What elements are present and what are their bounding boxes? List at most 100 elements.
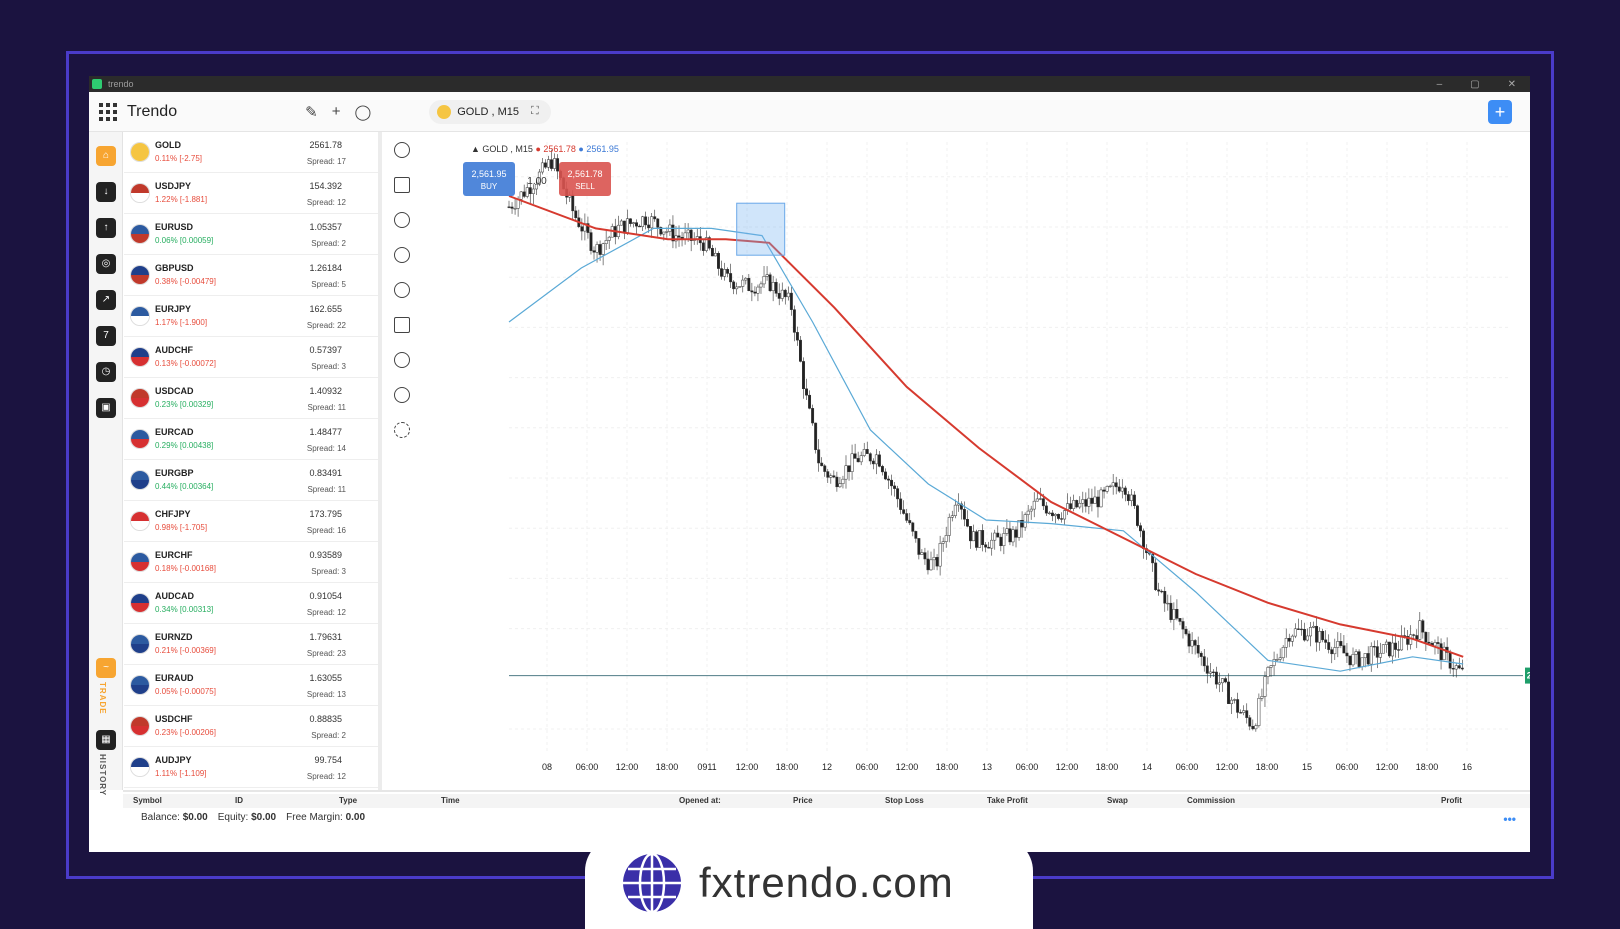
candle-body <box>1014 529 1018 538</box>
apps-grid-icon[interactable] <box>99 102 117 121</box>
watchlist-change: 0.38% [-0.00479] <box>155 277 216 286</box>
watchlist-row[interactable]: EURGBP 0.44% [0.00364] 0.83491 Spread: 11 <box>124 460 378 501</box>
watchlist-symbol: EURAUD <box>155 673 194 683</box>
chart-icon[interactable]: ↗ <box>96 290 116 310</box>
candle-body <box>856 458 860 463</box>
chart-area[interactable]: 2700.332686.392672.442658.502644.552630.… <box>419 132 1530 790</box>
watchlist-row[interactable]: EURJPY 1.17% [-1.900] 162.655 Spread: 22 <box>124 296 378 337</box>
candle-body <box>1035 498 1039 502</box>
column-header: Time <box>441 796 460 805</box>
add-indicator-icon[interactable] <box>394 282 410 298</box>
candle-body <box>710 248 714 257</box>
candle-body <box>1327 642 1331 650</box>
column-header: ID <box>235 796 243 805</box>
candle-body <box>528 187 532 194</box>
zoom-out-icon[interactable] <box>394 387 410 403</box>
watchlist-row[interactable]: GOLD 0.11% [-2.75] 2561.78 Spread: 17 <box>124 132 378 173</box>
pencil-icon[interactable]: ✎ <box>305 103 318 121</box>
candle-body <box>701 242 705 251</box>
zoom-in-icon[interactable] <box>394 352 410 368</box>
candle-body <box>929 559 933 571</box>
watchlist-row[interactable]: USDCHF 0.23% [-0.00206] 0.88835 Spread: 2 <box>124 706 378 747</box>
home-icon[interactable]: ⌂ <box>96 146 116 166</box>
column-header: Symbol <box>133 796 162 805</box>
left-nav: ⌂ ↓ ↑ ◎ ↗ 7 ◷ ▣ ~ TRADE ▦ HISTORY <box>89 132 123 796</box>
candle-body <box>975 531 978 548</box>
signal-icon[interactable]: ◎ <box>96 254 116 274</box>
crosshair-icon[interactable] <box>394 247 410 263</box>
close-button[interactable]: ✕ <box>1508 79 1516 90</box>
watchlist-row[interactable]: AUDJPY 1.11% [-1.109] 99.754 Spread: 12 <box>124 747 378 788</box>
candle-body <box>1269 665 1273 668</box>
candle-body <box>759 283 763 288</box>
x-tick-label: 06:00 <box>1176 762 1199 772</box>
history-label[interactable]: HISTORY <box>98 754 107 796</box>
candle-body <box>635 222 638 227</box>
history-clock-icon[interactable]: ◷ <box>96 362 116 382</box>
candle-body <box>808 394 812 409</box>
watchlist-row[interactable]: EURCHF 0.18% [-0.00168] 0.93589 Spread: 3 <box>124 542 378 583</box>
column-header: Opened at: <box>679 796 721 805</box>
x-tick-label: 18:00 <box>1096 762 1119 772</box>
watchlist-row[interactable]: AUDCAD 0.34% [0.00313] 0.91054 Spread: 12 <box>124 583 378 624</box>
candle-body <box>1448 652 1452 669</box>
plus-icon[interactable]: + <box>332 103 341 120</box>
minimize-button[interactable]: – <box>1437 79 1443 90</box>
gift-icon[interactable]: ▣ <box>96 398 116 418</box>
watchlist-price: 162.655 <box>309 304 342 314</box>
watchlist-row[interactable]: AUDCHF 0.13% [-0.00072] 0.57397 Spread: 3 <box>124 337 378 378</box>
candle-body <box>783 289 787 298</box>
fullscreen-icon[interactable]: ⛶ <box>531 105 539 118</box>
trade-label[interactable]: TRADE <box>98 682 107 715</box>
currency-flag-icon <box>130 388 150 408</box>
candle-body <box>1184 628 1188 635</box>
x-tick-label: 0911 <box>697 762 716 772</box>
currency-flag-icon <box>130 224 150 244</box>
candle-body <box>1102 489 1106 492</box>
watchlist-change: 0.98% [-1.705] <box>155 523 208 532</box>
chat-icon[interactable]: ◯ <box>354 103 371 121</box>
clock-icon[interactable] <box>394 142 410 158</box>
settings-gear-icon[interactable] <box>394 422 410 438</box>
watchlist-row[interactable]: CHFJPY 0.98% [-1.705] 173.795 Spread: 16 <box>124 501 378 542</box>
watchlist-row[interactable]: EURAUD 0.05% [-0.00075] 1.63055 Spread: 13 <box>124 665 378 706</box>
symbol-chip-label: GOLD , M15 <box>457 105 519 118</box>
candle-body <box>811 408 815 424</box>
withdraw-icon[interactable]: ↑ <box>96 218 116 238</box>
x-tick-label: 12:00 <box>616 762 639 772</box>
candle-body <box>993 532 997 541</box>
candle-body <box>1324 639 1328 643</box>
watchlist-row[interactable]: USDJPY 1.22% [-1.881] 154.392 Spread: 12 <box>124 173 378 214</box>
line-tool-icon[interactable] <box>394 177 410 193</box>
price-chart[interactable]: 2700.332686.392672.442658.502644.552630.… <box>419 132 1530 790</box>
candle-body <box>1099 489 1103 508</box>
watchlist-price: 0.83491 <box>309 468 342 478</box>
watchlist-row[interactable]: EURNZD 0.21% [-0.00369] 1.79631 Spread: 23 <box>124 624 378 665</box>
calendar-icon[interactable]: ▦ <box>96 730 116 750</box>
watchlist-row[interactable]: EURUSD 0.06% [0.00059] 1.05357 Spread: 2 <box>124 214 378 255</box>
watchlist-row[interactable]: EURCAD 0.29% [0.00438] 1.48477 Spread: 14 <box>124 419 378 460</box>
deposit-icon[interactable]: ↓ <box>96 182 116 202</box>
pie-tool-icon[interactable] <box>394 212 410 228</box>
currency-flag-icon <box>130 183 150 203</box>
seven-icon[interactable]: 7 <box>96 326 116 346</box>
watchlist-row[interactable]: GBPUSD 0.38% [-0.00479] 1.26184 Spread: 5 <box>124 255 378 296</box>
watchlist-change: 0.11% [-2.75] <box>155 154 202 163</box>
trade-icon[interactable]: ~ <box>96 658 116 678</box>
copy-icon[interactable] <box>394 317 410 333</box>
more-button[interactable]: ••• <box>1503 812 1516 826</box>
candle-body <box>1251 725 1255 730</box>
free-margin-value: 0.00 <box>345 812 366 823</box>
candle-body <box>1199 652 1203 657</box>
watchlist-change: 0.06% [0.00059] <box>155 236 214 245</box>
watchlist-symbol: EURGBP <box>155 468 194 478</box>
candle-body <box>720 268 723 277</box>
watchlist-row[interactable]: USDCAD 0.23% [0.00329] 1.40932 Spread: 11 <box>124 378 378 419</box>
maximize-button[interactable]: ▢ <box>1470 79 1479 90</box>
add-chart-button[interactable]: + <box>1488 99 1512 124</box>
x-tick-label: 12:00 <box>1376 762 1399 772</box>
watchlist-spread: Spread: 2 <box>311 731 346 740</box>
candle-body <box>726 269 730 274</box>
candle-body <box>522 191 526 197</box>
symbol-chip[interactable]: GOLD , M15 ⛶ <box>429 99 551 124</box>
